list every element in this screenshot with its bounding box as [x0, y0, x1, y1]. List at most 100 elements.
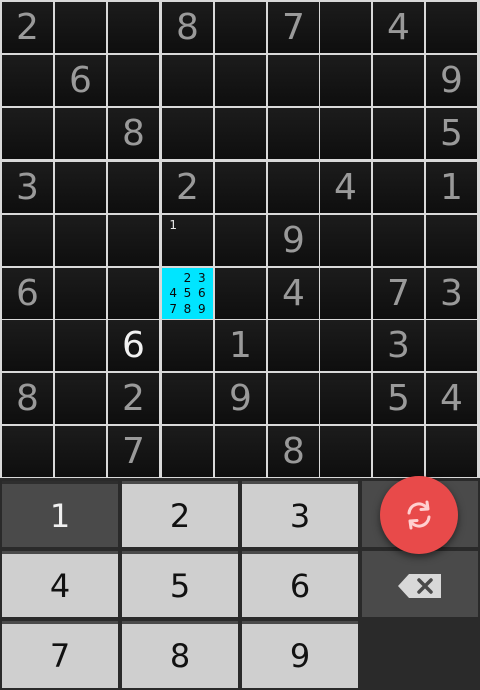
cell-r1c6[interactable]: 7 — [268, 2, 319, 53]
given-digit: 9 — [282, 219, 305, 261]
digit-key-9[interactable]: 9 — [242, 621, 358, 688]
digit-key-8[interactable]: 8 — [122, 621, 238, 688]
cell-r5c8[interactable] — [373, 215, 424, 266]
cell-r4c9[interactable]: 1 — [426, 162, 477, 213]
cell-r3c2[interactable] — [55, 108, 106, 159]
cell-r9c4[interactable] — [162, 426, 213, 477]
cell-r8c9[interactable]: 4 — [426, 373, 477, 424]
cell-r6c8[interactable]: 7 — [373, 268, 424, 319]
cell-r7c6[interactable] — [268, 320, 319, 371]
cell-r2c4[interactable] — [162, 55, 213, 106]
digit-key-6[interactable]: 6 — [242, 551, 358, 617]
cell-r5c5[interactable] — [215, 215, 266, 266]
cell-r6c9[interactable]: 3 — [426, 268, 477, 319]
cell-r2c5[interactable] — [215, 55, 266, 106]
cell-r6c7[interactable] — [320, 268, 371, 319]
cell-r6c1[interactable]: 6 — [2, 268, 53, 319]
cell-r7c4[interactable] — [162, 320, 213, 371]
cell-r2c3[interactable] — [108, 55, 159, 106]
cell-r9c6[interactable]: 8 — [268, 426, 319, 477]
pencil-mark — [195, 233, 209, 249]
cell-r7c3[interactable]: 6 — [108, 320, 159, 371]
given-digit: 7 — [282, 6, 305, 48]
cell-r1c7[interactable] — [320, 2, 371, 53]
cell-r6c2[interactable] — [55, 268, 106, 319]
cell-r9c9[interactable] — [426, 426, 477, 477]
cell-r4c2[interactable] — [55, 162, 106, 213]
cell-r9c7[interactable] — [320, 426, 371, 477]
digit-key-7[interactable]: 7 — [2, 621, 118, 688]
cell-r1c1[interactable]: 2 — [2, 2, 53, 53]
cell-r5c2[interactable] — [55, 215, 106, 266]
cell-r1c5[interactable] — [215, 2, 266, 53]
cell-r2c1[interactable] — [2, 55, 53, 106]
cell-r2c9[interactable]: 9 — [426, 55, 477, 106]
cell-r7c5[interactable]: 1 — [215, 320, 266, 371]
cell-r5c3[interactable] — [108, 215, 159, 266]
cell-r8c6[interactable] — [268, 373, 319, 424]
cell-r4c6[interactable] — [268, 162, 319, 213]
cell-r4c1[interactable]: 3 — [2, 162, 53, 213]
digit-key-1[interactable]: 1 — [2, 481, 118, 547]
cell-r8c4[interactable] — [162, 373, 213, 424]
cell-r4c4[interactable]: 2 — [162, 162, 213, 213]
cell-r8c5[interactable]: 9 — [215, 373, 266, 424]
cell-r9c8[interactable] — [373, 426, 424, 477]
cell-r9c2[interactable] — [55, 426, 106, 477]
cell-r3c6[interactable] — [268, 108, 319, 159]
cell-r3c4[interactable] — [162, 108, 213, 159]
cell-r3c5[interactable] — [215, 108, 266, 159]
cell-r4c3[interactable] — [108, 162, 159, 213]
cell-r2c6[interactable] — [268, 55, 319, 106]
cell-r1c9[interactable] — [426, 2, 477, 53]
cell-r3c1[interactable] — [2, 108, 53, 159]
cell-r8c3[interactable]: 2 — [108, 373, 159, 424]
cell-r3c7[interactable] — [320, 108, 371, 159]
cell-r5c7[interactable] — [320, 215, 371, 266]
delete-button[interactable] — [362, 551, 478, 617]
cell-r8c1[interactable]: 8 — [2, 373, 53, 424]
cell-r3c9[interactable]: 5 — [426, 108, 477, 159]
cell-r6c5[interactable] — [215, 268, 266, 319]
cell-r7c1[interactable] — [2, 320, 53, 371]
cell-r6c3[interactable] — [108, 268, 159, 319]
cell-r6c4[interactable]: 23 456 789 — [162, 268, 213, 319]
refresh-button[interactable] — [380, 476, 458, 554]
digit-key-5[interactable]: 5 — [122, 551, 238, 617]
cell-r7c2[interactable] — [55, 320, 106, 371]
cell-r2c7[interactable] — [320, 55, 371, 106]
cell-r6c6[interactable]: 4 — [268, 268, 319, 319]
cell-r5c4[interactable]: 1 — [162, 215, 213, 266]
cell-r1c8[interactable]: 4 — [373, 2, 424, 53]
pencil-mark: 3 — [198, 270, 206, 285]
cell-r8c8[interactable]: 5 — [373, 373, 424, 424]
given-digit: 7 — [387, 272, 410, 314]
cell-r8c2[interactable] — [55, 373, 106, 424]
cell-r5c1[interactable] — [2, 215, 53, 266]
cell-r5c6[interactable]: 9 — [268, 215, 319, 266]
cell-r1c4[interactable]: 8 — [162, 2, 213, 53]
cell-r1c3[interactable] — [108, 2, 159, 53]
pencil-mark: 4 — [169, 286, 177, 301]
digit-key-3[interactable]: 3 — [242, 481, 358, 547]
cell-r3c8[interactable] — [373, 108, 424, 159]
cell-r8c7[interactable] — [320, 373, 371, 424]
cell-r9c5[interactable] — [215, 426, 266, 477]
cell-r7c7[interactable] — [320, 320, 371, 371]
cell-r3c3[interactable]: 8 — [108, 108, 159, 159]
cell-r5c9[interactable] — [426, 215, 477, 266]
cell-r2c2[interactable]: 6 — [55, 55, 106, 106]
cell-r4c8[interactable] — [373, 162, 424, 213]
given-digit: 4 — [440, 377, 463, 419]
cell-r1c2[interactable] — [55, 2, 106, 53]
cell-r4c5[interactable] — [215, 162, 266, 213]
digit-key-2[interactable]: 2 — [122, 481, 238, 547]
cell-r4c7[interactable]: 4 — [320, 162, 371, 213]
cell-r2c8[interactable] — [373, 55, 424, 106]
cell-r9c3[interactable]: 7 — [108, 426, 159, 477]
given-digit: 4 — [334, 166, 357, 208]
cell-r7c8[interactable]: 3 — [373, 320, 424, 371]
digit-key-4[interactable]: 4 — [2, 551, 118, 617]
cell-r9c1[interactable] — [2, 426, 53, 477]
cell-r7c9[interactable] — [426, 320, 477, 371]
